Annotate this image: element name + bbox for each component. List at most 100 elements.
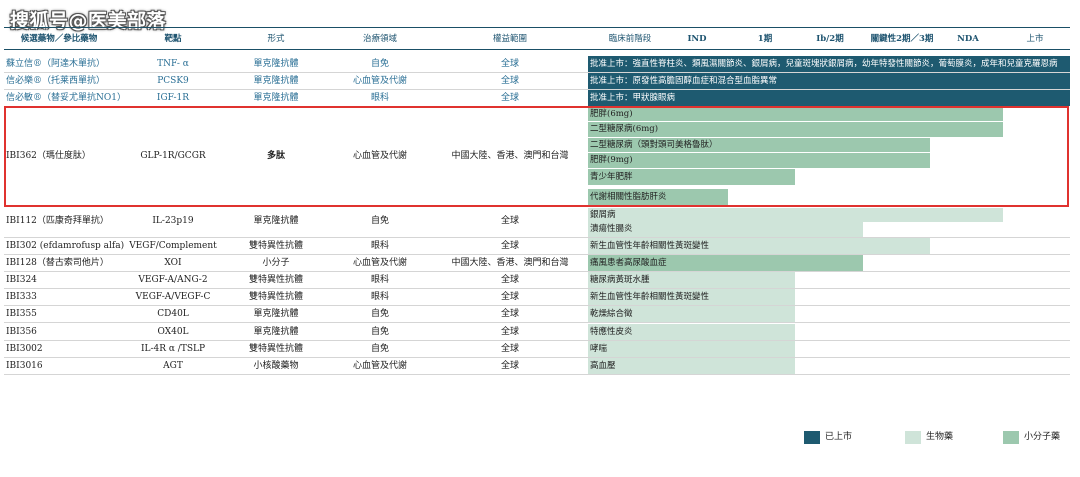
form: 小核酸藥物 <box>253 361 299 371</box>
header-phase1b2: Ib/2期 <box>816 34 844 44</box>
target: PCSK9 <box>157 76 189 86</box>
form: 單克隆抗體 <box>253 327 299 337</box>
form: 雙特異性抗體 <box>248 275 303 285</box>
target: IL-4R α /TSLP <box>140 344 206 354</box>
rights-scope: 全球 <box>500 344 519 354</box>
pipeline-bar-label: 痛風患者高尿酸血症 <box>590 258 667 268</box>
therapy-area: 眼科 <box>370 292 389 302</box>
drug-name: IBI128（替古索司他片） <box>6 258 109 268</box>
header-launched: 上市 <box>1026 34 1044 44</box>
rights-scope: 全球 <box>500 76 519 86</box>
target: VEGF-A/VEGF-C <box>135 292 211 302</box>
header-rule <box>4 49 1070 50</box>
row-divider <box>4 374 1070 375</box>
table-top-rule <box>4 27 1070 28</box>
therapy-area: 心血管及代謝 <box>352 76 407 86</box>
drug-name: IBI3002 <box>6 344 43 354</box>
legend-swatch-launched <box>804 431 820 444</box>
target: OX40L <box>157 327 189 337</box>
form: 雙特異性抗體 <box>248 344 303 354</box>
form: 單克隆抗體 <box>253 93 299 103</box>
pipeline-bar-label: 批准上市：甲狀腺眼病 <box>590 93 676 103</box>
target: IL-23p19 <box>152 216 194 226</box>
header-drug: 候選藥物／參比藥物 <box>20 34 98 44</box>
pipeline-bar-label: 新生血管性年齡相關性黃斑變性 <box>590 292 710 302</box>
therapy-area: 心血管及代謝 <box>352 258 407 268</box>
pipeline-bar-label: 特應性皮炎 <box>590 327 633 337</box>
form: 雙特異性抗體 <box>248 292 303 302</box>
rights-scope: 全球 <box>500 216 519 226</box>
therapy-area: 自免 <box>370 59 389 69</box>
pipeline-bar <box>588 358 795 374</box>
drug-name: IBI3016 <box>6 361 43 371</box>
therapy-area: 自免 <box>370 327 389 337</box>
legend-label-launched: 已上市 <box>825 432 853 442</box>
legend-label-biologic: 生物藥 <box>926 432 954 442</box>
rights-scope: 全球 <box>500 93 519 103</box>
drug-name: IBI112（匹康奇拜單抗） <box>6 216 109 226</box>
legend-label-small-molecule: 小分子藥 <box>1024 432 1061 442</box>
form: 單克隆抗體 <box>253 216 299 226</box>
target: VEGF/Complement <box>129 241 217 251</box>
header-form: 形式 <box>267 34 285 44</box>
rights-scope: 全球 <box>500 361 519 371</box>
pipeline-bar <box>588 208 1003 222</box>
pipeline-bar-label: 批准上市：原發性高膽固醇血症和混合型血脂異常 <box>590 76 778 86</box>
rights-scope: 全球 <box>500 59 519 69</box>
drug-name: IBI356 <box>6 327 37 337</box>
rights-scope: 全球 <box>500 327 519 337</box>
target: XOI <box>164 258 182 268</box>
highlight-box <box>4 106 1069 207</box>
rights-scope: 全球 <box>500 292 519 302</box>
row-divider <box>4 322 1070 323</box>
pipeline-bar-label: 批准上市：強直性脊柱炎、類風濕關節炎、銀屑病，兒童斑塊狀銀屑病，幼年特發性關節炎… <box>590 59 1058 69</box>
rights-scope: 全球 <box>500 309 519 319</box>
therapy-area: 心血管及代謝 <box>352 361 407 371</box>
drug-name: IBI302 (efdamrofusp alfa) <box>6 241 125 251</box>
form: 小分子 <box>262 258 290 268</box>
pipeline-bar-label: 新生血管性年齡相關性黃斑變性 <box>590 241 710 251</box>
pipeline-bar-label: 哮喘 <box>590 344 608 354</box>
header-nda: NDA <box>957 34 979 44</box>
therapy-area: 眼科 <box>370 275 389 285</box>
drug-name: IBI324 <box>6 275 37 285</box>
target: IGF-1R <box>156 93 190 103</box>
target: TNF- α <box>157 59 189 69</box>
header-pivotal: 關鍵性2期／3期 <box>870 34 934 44</box>
form: 單克隆抗體 <box>253 76 299 86</box>
target: CD40L <box>157 309 189 319</box>
form: 單克隆抗體 <box>253 59 299 69</box>
header-phase1: 1期 <box>757 34 773 44</box>
drug-name: IBI355 <box>6 309 37 319</box>
legend-swatch-biologic <box>905 431 921 444</box>
drug-name: 蘇立信®（阿達木單抗） <box>6 59 106 69</box>
therapy-area: 眼科 <box>370 93 389 103</box>
header-ind: IND <box>687 34 707 44</box>
drug-name: 信必樂®（托莱西單抗） <box>6 76 106 86</box>
therapy-area: 自免 <box>370 309 389 319</box>
form: 雙特異性抗體 <box>248 241 303 251</box>
header-area: 治療領域 <box>362 34 397 44</box>
rights-scope: 全球 <box>500 241 519 251</box>
pipeline-bar-label: 潰瘍性腸炎 <box>590 224 633 234</box>
header-target: 靶點 <box>164 34 182 44</box>
therapy-area: 自免 <box>370 344 389 354</box>
target: AGT <box>163 361 183 371</box>
pipeline-bar-label: 糖尿病黃斑水腫 <box>590 275 650 285</box>
drug-name: IBI333 <box>6 292 37 302</box>
pipeline-bar-label: 銀屑病 <box>590 210 616 220</box>
pipeline-bar-label: 高血壓 <box>590 361 616 371</box>
therapy-area: 眼科 <box>370 241 389 251</box>
header-preclinical: 臨床前階段 <box>608 34 652 44</box>
form: 單克隆抗體 <box>253 309 299 319</box>
therapy-area: 自免 <box>370 216 389 226</box>
target: VEGF-A/ANG-2 <box>138 275 208 285</box>
header-rights: 權益範圍 <box>492 34 527 44</box>
watermark-text: 搜狐号@医美部落 <box>10 10 167 32</box>
legend-swatch-small-molecule <box>1003 431 1019 444</box>
rights-scope: 全球 <box>500 275 519 285</box>
pipeline-bar-label: 乾燥綜合徵 <box>590 309 633 319</box>
rights-scope: 中國大陸、香港、澳門和台灣 <box>451 258 569 268</box>
drug-name: 信必敏®（替妥尤單抗NO1） <box>6 93 126 103</box>
pipeline-bar <box>588 341 795 357</box>
